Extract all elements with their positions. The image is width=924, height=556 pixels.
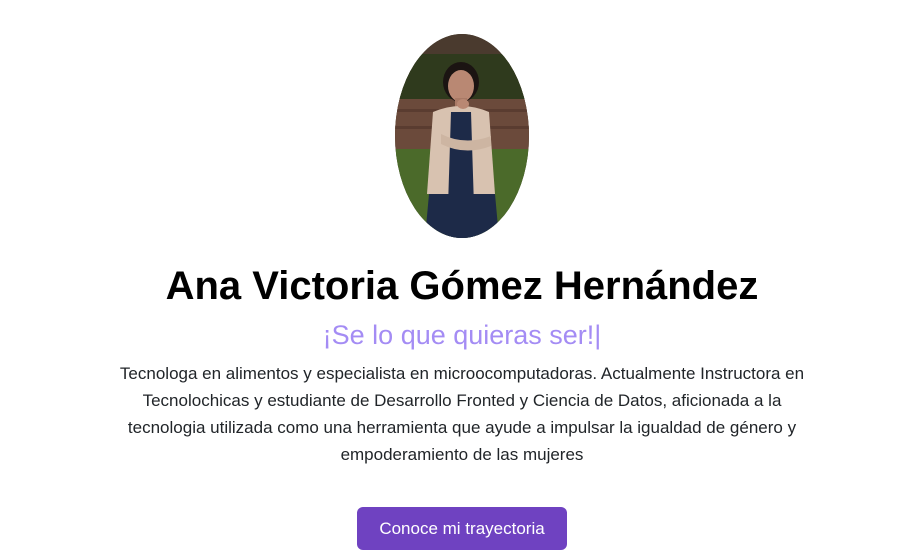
profile-bio: Tecnologa en alimentos y especialista en…: [119, 364, 805, 464]
hero-section: Ana Victoria Gómez Hernández ¡Se lo que …: [0, 0, 924, 556]
profile-name: Ana Victoria Gómez Hernández: [165, 264, 759, 308]
trajectory-button[interactable]: Conoce mi trayectoria: [357, 507, 567, 550]
profile-photo: [395, 34, 529, 238]
profile-tagline: ¡Se lo que quieras ser!|: [322, 320, 602, 350]
